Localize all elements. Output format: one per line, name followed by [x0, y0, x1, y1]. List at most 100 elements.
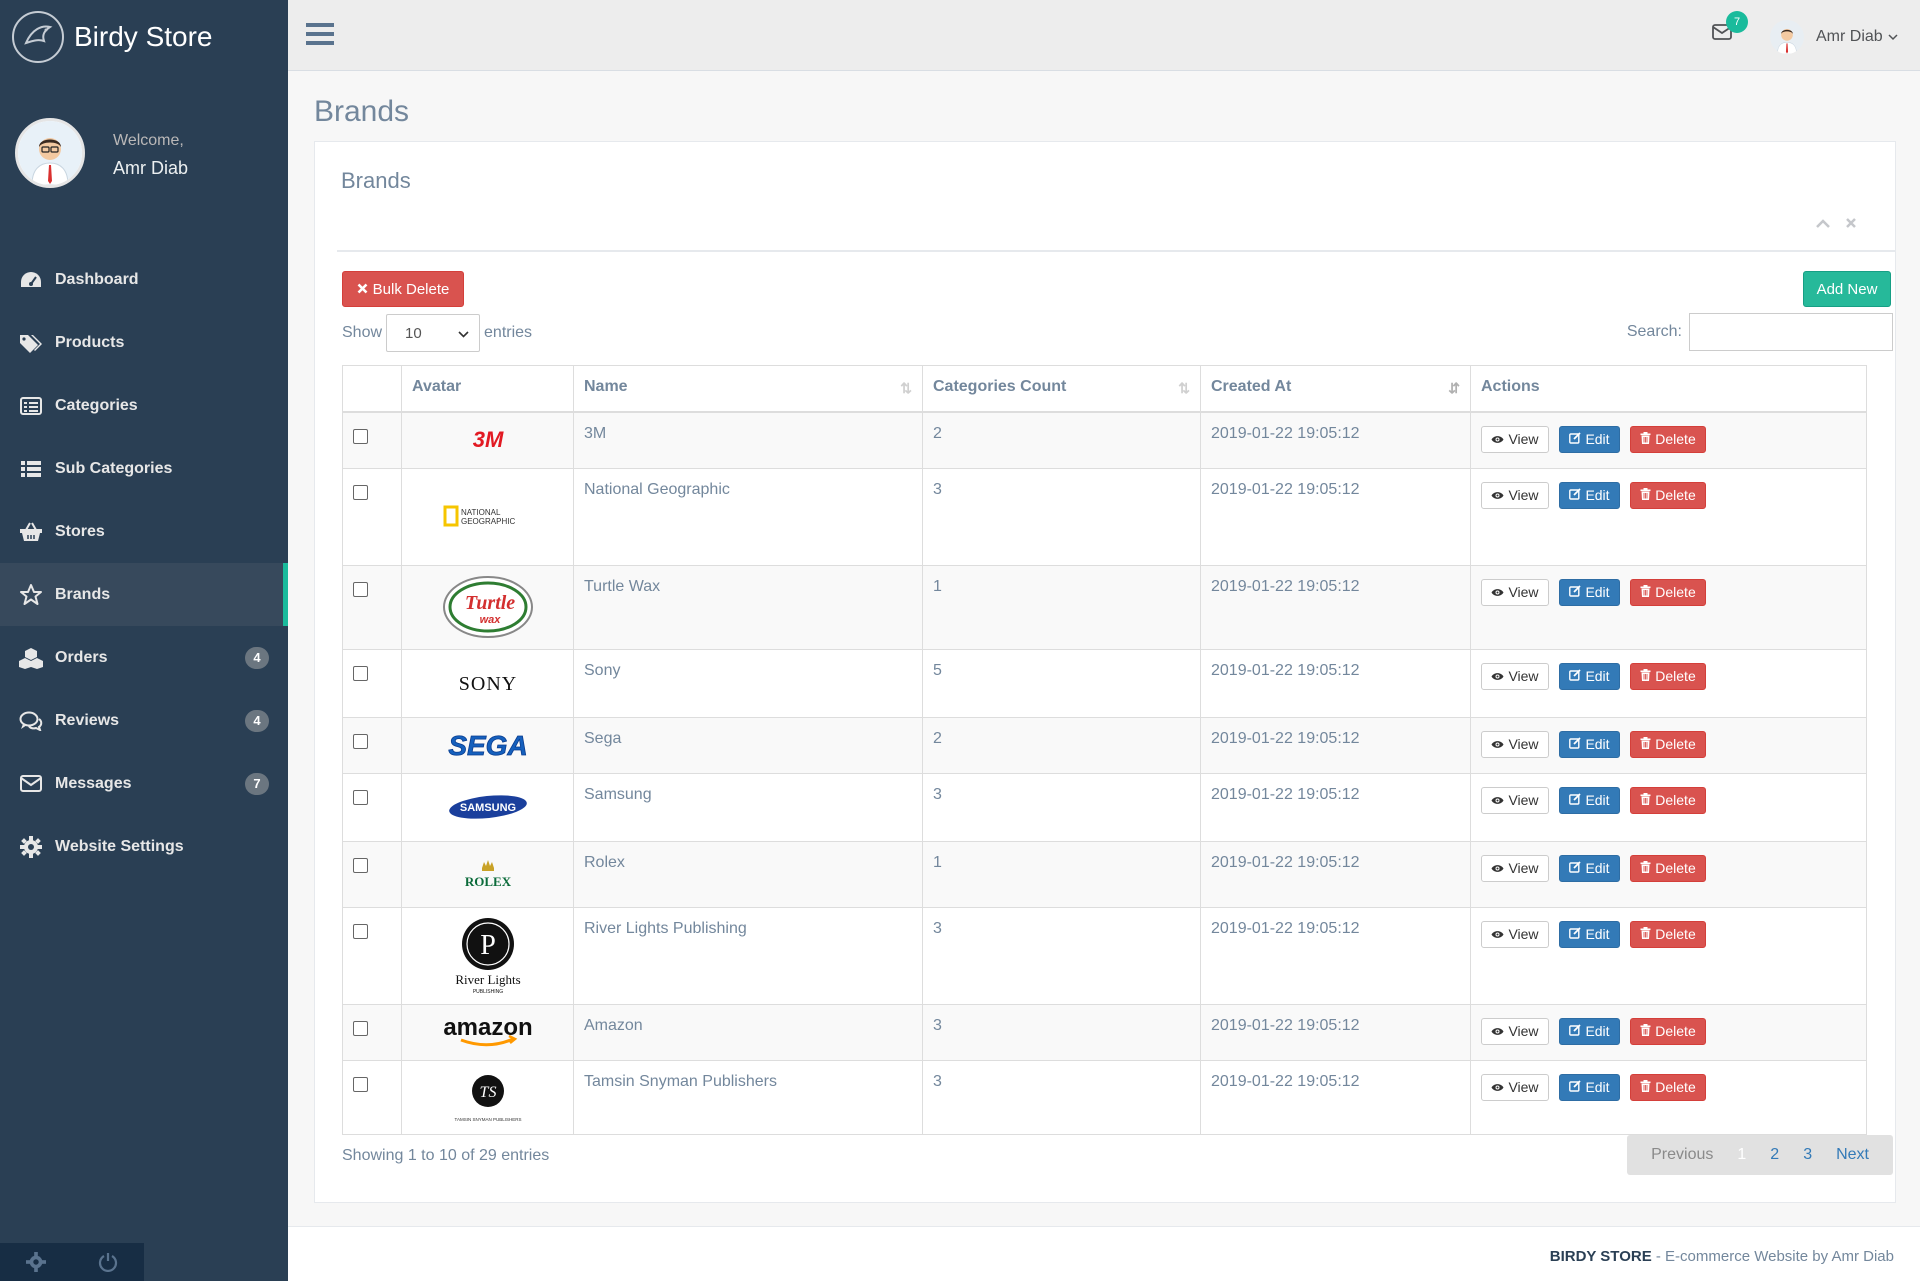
brand[interactable]: Birdy Store: [0, 0, 288, 74]
brands-table: Avatar Name ⇅ Categories Count ⇅ Created A…: [342, 365, 1867, 1135]
view-button[interactable]: View: [1481, 662, 1549, 690]
view-button[interactable]: View: [1481, 481, 1549, 509]
sidebar-item-sub-categories[interactable]: Sub Categories: [0, 437, 288, 500]
column-header-categories-count[interactable]: Categories Count ⇅: [922, 365, 1201, 413]
select-cell: [342, 648, 402, 718]
sidebar-item-dashboard[interactable]: Dashboard: [0, 248, 288, 311]
user-dropdown[interactable]: Amr Diab: [1770, 20, 1898, 54]
close-icon[interactable]: [1845, 216, 1857, 234]
delete-button[interactable]: Delete: [1630, 786, 1706, 814]
view-button[interactable]: View: [1481, 1073, 1549, 1101]
edit-icon: [1569, 792, 1582, 808]
edit-button[interactable]: Edit: [1559, 1017, 1620, 1045]
delete-button[interactable]: Delete: [1630, 481, 1706, 509]
brand-avatar-cell: SEGA: [401, 716, 574, 774]
edit-button[interactable]: Edit: [1559, 425, 1620, 453]
column-label: Avatar: [412, 378, 462, 395]
row-checkbox[interactable]: [353, 923, 368, 939]
page-button-2[interactable]: 2: [1758, 1146, 1791, 1164]
next-page-button[interactable]: Next: [1824, 1146, 1881, 1164]
view-button[interactable]: View: [1481, 730, 1549, 758]
view-button[interactable]: View: [1481, 1017, 1549, 1045]
edit-label: Edit: [1585, 431, 1610, 447]
page-button-3[interactable]: 3: [1791, 1146, 1824, 1164]
bulk-delete-button[interactable]: Bulk Delete: [342, 271, 464, 307]
row-checkbox[interactable]: [353, 665, 368, 681]
delete-button[interactable]: Delete: [1630, 1017, 1706, 1045]
column-label: Name: [584, 378, 628, 395]
menu-toggle-icon[interactable]: [306, 22, 334, 51]
edit-button[interactable]: Edit: [1559, 578, 1620, 606]
view-button[interactable]: View: [1481, 425, 1549, 453]
column-header-name[interactable]: Name ⇅: [573, 365, 923, 413]
sidebar-item-messages[interactable]: Messages 7: [0, 752, 288, 815]
brand-avatar-cell: 3M: [401, 411, 574, 469]
edit-icon: [1569, 1023, 1582, 1039]
row-checkbox[interactable]: [353, 789, 368, 805]
delete-label: Delete: [1655, 926, 1696, 942]
edit-button[interactable]: Edit: [1559, 786, 1620, 814]
power-icon[interactable]: [72, 1243, 144, 1281]
settings-gear-icon[interactable]: [0, 1243, 72, 1281]
edit-label: Edit: [1585, 487, 1610, 503]
edit-button[interactable]: Edit: [1559, 854, 1620, 882]
brand-logo: Turtle wax: [402, 566, 573, 649]
sidebar-item-stores[interactable]: Stores: [0, 500, 288, 563]
view-button[interactable]: View: [1481, 786, 1549, 814]
sort-desc-icon: ⇵: [1448, 380, 1460, 396]
pagination: Previous 1 2 3 Next: [1627, 1135, 1893, 1175]
delete-button[interactable]: Delete: [1630, 920, 1706, 948]
view-button[interactable]: View: [1481, 578, 1549, 606]
delete-button[interactable]: Delete: [1630, 1073, 1706, 1101]
row-checkbox[interactable]: [353, 733, 368, 749]
brand-avatar-cell: TS TAMSIN SNYMAN PUBLISHERS: [401, 1059, 574, 1135]
sidebar-item-website-settings[interactable]: Website Settings: [0, 815, 288, 878]
sidebar-item-products[interactable]: Products: [0, 311, 288, 374]
svg-text:amazon: amazon: [443, 1015, 532, 1041]
page-button-1[interactable]: 1: [1725, 1146, 1758, 1164]
delete-button[interactable]: Delete: [1630, 730, 1706, 758]
view-button[interactable]: View: [1481, 854, 1549, 882]
delete-button[interactable]: Delete: [1630, 854, 1706, 882]
delete-button[interactable]: Delete: [1630, 662, 1706, 690]
row-checkbox[interactable]: [353, 1020, 368, 1036]
eye-icon: [1491, 584, 1504, 600]
select-column-header: [342, 365, 402, 413]
edit-button[interactable]: Edit: [1559, 920, 1620, 948]
categories-count-cell: 3: [922, 1003, 1201, 1061]
sidebar-item-reviews[interactable]: Reviews 4: [0, 689, 288, 752]
delete-button[interactable]: Delete: [1630, 425, 1706, 453]
edit-button[interactable]: Edit: [1559, 1073, 1620, 1101]
trash-icon: [1640, 668, 1651, 684]
view-button[interactable]: View: [1481, 920, 1549, 948]
edit-button[interactable]: Edit: [1559, 730, 1620, 758]
column-header-actions: Actions: [1470, 365, 1867, 413]
search-input[interactable]: [1689, 313, 1893, 351]
edit-label: Edit: [1585, 1023, 1610, 1039]
eye-icon: [1491, 860, 1504, 876]
actions-cell: View Edit Delete: [1470, 467, 1867, 566]
delete-button[interactable]: Delete: [1630, 578, 1706, 606]
sidebar-item-orders[interactable]: Orders 4: [0, 626, 288, 689]
sidebar-item-label: Dashboard: [55, 270, 139, 288]
sidebar-item-categories[interactable]: Categories: [0, 374, 288, 437]
edit-button[interactable]: Edit: [1559, 481, 1620, 509]
categories-count-cell: 3: [922, 1059, 1201, 1135]
row-checkbox[interactable]: [353, 581, 368, 597]
page-size-select[interactable]: 10: [386, 314, 481, 352]
actions-cell: View Edit Delete: [1470, 564, 1867, 650]
edit-button[interactable]: Edit: [1559, 662, 1620, 690]
brand-name-cell: Sega: [573, 716, 923, 774]
brand-name-cell: 3M: [573, 411, 923, 469]
add-new-button[interactable]: Add New: [1803, 271, 1891, 307]
sidebar-item-brands[interactable]: Brands: [0, 563, 288, 626]
row-checkbox[interactable]: [353, 484, 368, 500]
row-checkbox[interactable]: [353, 1076, 368, 1092]
row-checkbox[interactable]: [353, 857, 368, 873]
collapse-chevron-up-icon[interactable]: [1815, 216, 1831, 234]
previous-page-button[interactable]: Previous: [1639, 1146, 1725, 1164]
footer-text: BIRDY STORE - E-commerce Website by Amr …: [1550, 1248, 1894, 1265]
column-header-created-at[interactable]: Created At ⇵: [1200, 365, 1471, 413]
row-checkbox[interactable]: [353, 428, 368, 444]
reviews-count-badge: 4: [245, 709, 269, 732]
